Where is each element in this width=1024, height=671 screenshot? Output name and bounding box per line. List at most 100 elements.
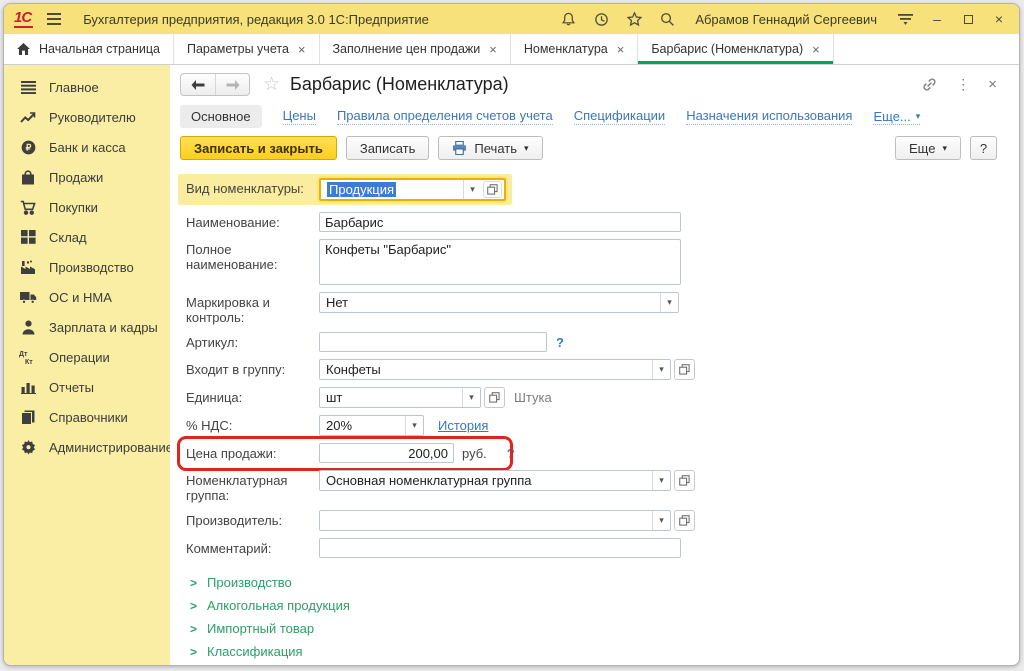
open-item-button[interactable] xyxy=(484,387,505,408)
dropdown-arrow-icon[interactable]: ▾ xyxy=(652,511,670,530)
more-actions-button[interactable]: Еще ▾ xyxy=(895,136,961,160)
tab-parametry-ucheta[interactable]: Параметры учета × xyxy=(174,34,320,64)
unit-full-name: Штука xyxy=(514,387,552,405)
help-button[interactable]: ? xyxy=(970,136,997,160)
nav-link-specifikacii[interactable]: Спецификации xyxy=(574,108,666,125)
back-button[interactable] xyxy=(181,74,215,95)
manufacturer-combo[interactable]: ▾ xyxy=(319,510,671,531)
minimize-button[interactable]: – xyxy=(929,11,945,27)
notifications-bell-icon[interactable] xyxy=(559,10,577,28)
help-question-icon[interactable]: ? xyxy=(507,443,515,461)
sidebar-item-rukovoditelyu[interactable]: Руководителю xyxy=(4,102,170,132)
section-klassifikaciya[interactable]: > Классификация xyxy=(190,640,1019,663)
kind-combo-input[interactable]: Продукция ▾ xyxy=(321,180,481,199)
nav-more-link[interactable]: Еще... ▾ xyxy=(873,109,920,125)
open-item-button[interactable] xyxy=(674,359,695,380)
debit-credit-icon: ДтКт xyxy=(19,349,37,366)
chevron-right-icon: > xyxy=(190,622,197,636)
combo-value: шт xyxy=(320,390,462,405)
open-item-button[interactable] xyxy=(674,510,695,531)
main-menu-icon[interactable] xyxy=(45,10,63,28)
favorites-star-icon[interactable] xyxy=(625,10,643,28)
nav-link-pravila-schetov[interactable]: Правила определения счетов учета xyxy=(337,108,553,125)
combo-value: Нет xyxy=(320,295,660,310)
get-link-icon[interactable] xyxy=(921,76,938,93)
history-icon[interactable] xyxy=(592,10,610,28)
open-item-button[interactable] xyxy=(483,181,502,198)
sidebar-item-zarplata-kadry[interactable]: Зарплата и кадры xyxy=(4,312,170,342)
group-combo[interactable]: Конфеты ▾ xyxy=(319,359,671,380)
open-in-window-icon xyxy=(679,475,690,486)
sidebar-item-proizvodstvo[interactable]: Производство xyxy=(4,252,170,282)
sidebar-menu: Главное Руководителю ₽ Банк и касса Прод… xyxy=(4,65,170,665)
collapsible-sections: > Производство > Алкогольная продукция >… xyxy=(186,571,1019,663)
comment-input[interactable] xyxy=(319,538,681,558)
title-bar: 1С Бухгалтерия предприятия, редакция 3.0… xyxy=(4,4,1019,34)
save-button[interactable]: Записать xyxy=(346,136,430,160)
nav-tab-osnovnoe[interactable]: Основное xyxy=(180,105,262,128)
field-row-nom-group: Номенклатурная группа: Основная номенкла… xyxy=(186,470,1019,503)
tab-close-icon[interactable]: × xyxy=(812,42,820,57)
vat-history-link[interactable]: История xyxy=(438,415,488,433)
full-name-textarea[interactable]: Конфеты "Барбарис" xyxy=(319,239,681,285)
sidebar-item-prodazhi[interactable]: Продажи xyxy=(4,162,170,192)
sidebar-item-bank-kassa[interactable]: ₽ Банк и касса xyxy=(4,132,170,162)
user-name[interactable]: Абрамов Геннадий Сергеевич xyxy=(695,12,877,27)
favorite-star-icon[interactable]: ☆ xyxy=(263,75,280,95)
tab-close-icon[interactable]: × xyxy=(617,42,625,57)
form-toolbar: Записать и закрыть Записать Печать ▾ Еще… xyxy=(180,136,1019,160)
name-input[interactable] xyxy=(319,212,681,232)
section-alkogolnaya-produkciya[interactable]: > Алкогольная продукция xyxy=(190,594,1019,617)
tab-home[interactable]: Начальная страница xyxy=(4,34,174,64)
search-icon[interactable] xyxy=(658,10,676,28)
tab-close-icon[interactable]: × xyxy=(298,42,306,57)
nav-link-naznacheniya[interactable]: Назначения использования xyxy=(686,108,852,125)
tab-bar: Начальная страница Параметры учета × Зап… xyxy=(4,34,1019,65)
section-importnyj-tovar[interactable]: > Импортный товар xyxy=(190,617,1019,640)
boxes-grid-icon xyxy=(19,229,37,246)
form-more-menu-icon[interactable]: ⋮ xyxy=(956,76,970,93)
factory-icon xyxy=(19,259,37,276)
article-input[interactable] xyxy=(319,332,547,352)
help-question-icon[interactable]: ? xyxy=(556,332,564,350)
dropdown-arrow-icon[interactable]: ▾ xyxy=(652,360,670,379)
dropdown-arrow-icon[interactable]: ▾ xyxy=(652,471,670,490)
window-close-button[interactable]: × xyxy=(991,11,1007,27)
dropdown-arrow-icon[interactable]: ▾ xyxy=(462,388,480,407)
sidebar-item-otchety[interactable]: Отчеты xyxy=(4,372,170,402)
sidebar-item-pokupki[interactable]: Покупки xyxy=(4,192,170,222)
forward-button[interactable] xyxy=(215,74,249,95)
unit-combo[interactable]: шт ▾ xyxy=(319,387,481,408)
section-proizvodstvo[interactable]: > Производство xyxy=(190,571,1019,594)
field-row-kind: Вид номенклатуры: Продукция ▾ xyxy=(178,174,512,205)
dropdown-arrow-icon[interactable]: ▾ xyxy=(405,416,423,435)
list-icon xyxy=(19,79,37,96)
form-close-icon[interactable]: × xyxy=(988,76,997,93)
save-and-close-button[interactable]: Записать и закрыть xyxy=(180,136,337,160)
print-button[interactable]: Печать ▾ xyxy=(438,136,542,160)
form-fields: Вид номенклатуры: Продукция ▾ Наименован… xyxy=(180,174,1019,663)
marking-combo[interactable]: Нет ▾ xyxy=(319,292,679,313)
nav-link-ceny[interactable]: Цены xyxy=(283,108,316,125)
dropdown-arrow-icon[interactable]: ▾ xyxy=(660,293,678,312)
vat-combo[interactable]: 20% ▾ xyxy=(319,415,424,436)
maximize-button[interactable] xyxy=(960,11,976,27)
sidebar-item-sklad[interactable]: Склад xyxy=(4,222,170,252)
sidebar-item-administrirovanie[interactable]: Администрирование xyxy=(4,432,170,462)
currency-label: руб. xyxy=(462,443,487,461)
sidebar-item-spravochniki[interactable]: Справочники xyxy=(4,402,170,432)
open-in-window-icon xyxy=(679,515,690,526)
tab-zapolnenie-cen[interactable]: Заполнение цен продажи × xyxy=(320,34,511,64)
service-settings-icon[interactable] xyxy=(896,10,914,28)
nom-group-combo[interactable]: Основная номенклатурная группа ▾ xyxy=(319,470,671,491)
tab-barbaris-active[interactable]: Барбарис (Номенклатура) × xyxy=(638,34,833,64)
price-input[interactable] xyxy=(319,443,454,463)
sidebar-item-operacii[interactable]: ДтКт Операции xyxy=(4,342,170,372)
sidebar-item-glavnoe[interactable]: Главное xyxy=(4,72,170,102)
tab-close-icon[interactable]: × xyxy=(489,42,497,57)
tab-nomenklatura[interactable]: Номенклатура × xyxy=(511,34,638,64)
sidebar-item-os-nma[interactable]: ОС и НМА xyxy=(4,282,170,312)
open-item-button[interactable] xyxy=(674,470,695,491)
dropdown-arrow-icon[interactable]: ▾ xyxy=(463,180,481,199)
form-nav-panel: Основное Цены Правила определения счетов… xyxy=(180,105,1019,128)
